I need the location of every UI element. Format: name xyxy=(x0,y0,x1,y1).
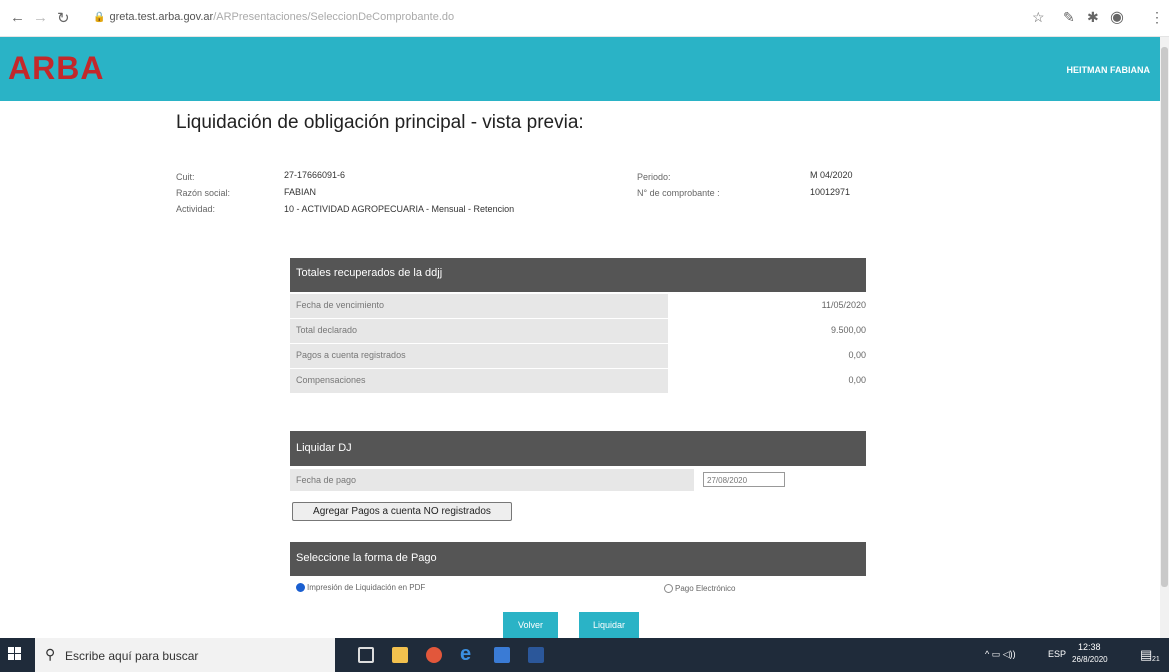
agregar-pagos-button[interactable]: Agregar Pagos a cuenta NO registrados xyxy=(292,502,512,521)
app-header: ARBA HEITMAN FABIANA xyxy=(0,37,1160,101)
radio-pdf[interactable] xyxy=(296,583,305,592)
page-title: Liquidación de obligación principal - vi… xyxy=(176,112,584,133)
actividad-value: 10 - ACTIVIDAD AGROPECUARIA - Mensual - … xyxy=(284,204,515,214)
liquidar-header: Liquidar DJ xyxy=(290,431,866,466)
razon-social-label: Razón social: xyxy=(176,188,231,198)
profile-icon[interactable]: ◉ xyxy=(1110,7,1124,27)
comprobante-value: 10012971 xyxy=(810,187,851,197)
extension-icon[interactable]: ✎ xyxy=(1063,9,1075,26)
totales-row-value: 11/05/2020 xyxy=(821,300,866,310)
arba-logo[interactable]: ARBA xyxy=(8,50,104,87)
clock-date[interactable]: 26/8/2020 xyxy=(1072,655,1108,664)
edge-icon[interactable]: e xyxy=(460,643,476,665)
task-view-icon[interactable] xyxy=(358,647,374,663)
star-icon[interactable]: ☆ xyxy=(1032,9,1045,26)
totales-row-label: Total declarado xyxy=(290,319,668,343)
browser-app-icon[interactable] xyxy=(426,647,442,663)
fecha-pago-label: Fecha de pago xyxy=(290,469,694,491)
totales-row-value: 0,00 xyxy=(848,375,866,385)
lock-icon: 🔒 xyxy=(93,12,106,23)
taskbar-search[interactable]: ⚲ Escribe aquí para buscar xyxy=(35,638,335,672)
url-path: /ARPresentaciones/SeleccionDeComprobante… xyxy=(213,11,455,23)
liquidar-button[interactable]: Liquidar xyxy=(579,612,639,638)
totales-row-value: 0,00 xyxy=(848,350,866,360)
tray-icons[interactable]: ^ ▭ ◁)) xyxy=(985,649,1016,660)
fecha-pago-input[interactable] xyxy=(703,472,785,487)
radio-pdf-label[interactable]: Impresión de Liquidación en PDF xyxy=(307,583,425,592)
windows-start-icon[interactable] xyxy=(8,647,22,661)
totales-row-value: 9.500,00 xyxy=(830,325,866,335)
totales-row-label: Fecha de vencimiento xyxy=(290,294,668,318)
taskbar: ⚲ Escribe aquí para buscar e ^ ▭ ◁)) ESP… xyxy=(0,638,1169,672)
periodo-label: Periodo: xyxy=(637,172,671,182)
address-bar[interactable]: 🔒 greta.test.arba.gov.ar/ARPresentaciones… xyxy=(93,11,454,23)
notification-count: 21 xyxy=(1152,656,1160,663)
browser-toolbar: ← → ↻ 🔒 greta.test.arba.gov.ar/ARPresenta… xyxy=(0,0,1169,37)
app-icon[interactable] xyxy=(494,647,510,663)
totales-row-label: Compensaciones xyxy=(290,369,668,393)
taskbar-search-placeholder: Escribe aquí para buscar xyxy=(65,649,199,663)
puzzle-icon[interactable]: ✱ xyxy=(1087,9,1099,26)
totales-row-label: Pagos a cuenta registrados xyxy=(290,344,668,368)
page-scrollbar[interactable] xyxy=(1160,37,1169,638)
back-icon[interactable]: ← xyxy=(10,9,25,26)
radio-electronico-label[interactable]: Pago Electrónico xyxy=(675,584,735,593)
menu-icon[interactable]: ⋮ xyxy=(1150,9,1164,26)
scrollbar-thumb[interactable] xyxy=(1161,47,1168,587)
language-indicator[interactable]: ESP xyxy=(1048,649,1066,659)
forma-pago-header: Seleccione la forma de Pago xyxy=(290,542,866,576)
clock-time[interactable]: 12:38 xyxy=(1078,642,1101,652)
totales-header: Totales recuperados de la ddjj xyxy=(290,258,866,292)
periodo-value: M 04/2020 xyxy=(810,170,853,180)
volver-button[interactable]: Volver xyxy=(503,612,558,638)
cuit-label: Cuit: xyxy=(176,172,195,182)
reload-icon[interactable]: ↻ xyxy=(57,9,70,27)
user-name[interactable]: HEITMAN FABIANA xyxy=(1067,65,1151,75)
radio-electronico[interactable] xyxy=(664,584,673,593)
comprobante-label: N° de comprobante : xyxy=(637,188,720,198)
search-icon: ⚲ xyxy=(45,646,56,662)
actividad-label: Actividad: xyxy=(176,204,216,214)
cuit-value: 27-17666091-6 xyxy=(284,170,346,180)
razon-social-value: FABIAN xyxy=(284,187,317,197)
file-explorer-icon[interactable] xyxy=(392,647,408,663)
forward-icon[interactable]: → xyxy=(33,9,48,26)
notification-icon[interactable]: ▤ xyxy=(1140,647,1152,663)
url-host: greta.test.arba.gov.ar xyxy=(109,11,214,23)
word-icon[interactable] xyxy=(528,647,544,663)
